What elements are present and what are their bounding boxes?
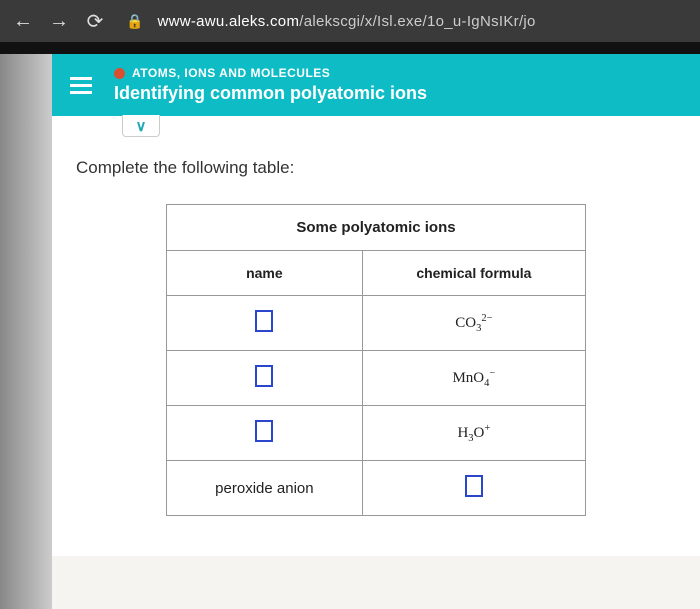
instruction-text: Complete the following table: bbox=[76, 158, 676, 178]
course-header: ATOMS, IONS AND MOLECULES Identifying co… bbox=[52, 54, 700, 116]
url-bar[interactable]: www-awu.aleks.com/alekscgi/x/Isl.exe/1o_… bbox=[157, 13, 535, 30]
name-input[interactable] bbox=[255, 420, 273, 442]
left-gutter bbox=[0, 54, 52, 609]
formula-cell: MnO4− bbox=[362, 351, 585, 406]
polyatomic-ion-table: Some polyatomic ions name chemical formu… bbox=[166, 204, 586, 516]
course-category-label: ATOMS, IONS AND MOLECULES bbox=[132, 66, 330, 80]
browser-toolbar: ← → ⟳ 🔒 www-awu.aleks.com/alekscgi/x/Isl… bbox=[0, 0, 700, 42]
back-button[interactable]: ← bbox=[12, 10, 34, 33]
url-path: /alekscgi/x/Isl.exe/1o_u-IgNsIKr/jo bbox=[299, 13, 535, 30]
course-title: Identifying common polyatomic ions bbox=[114, 83, 427, 104]
table-title: Some polyatomic ions bbox=[167, 205, 586, 251]
hamburger-menu[interactable] bbox=[70, 77, 92, 94]
url-domain: www-awu.aleks.com bbox=[157, 13, 299, 30]
reload-button[interactable]: ⟳ bbox=[84, 9, 106, 34]
course-category: ATOMS, IONS AND MOLECULES bbox=[114, 66, 427, 80]
status-dot-icon bbox=[114, 68, 125, 79]
header-text: ATOMS, IONS AND MOLECULES Identifying co… bbox=[114, 66, 427, 104]
formula-cell: CO32− bbox=[362, 296, 585, 351]
formula-cell: H3O+ bbox=[362, 406, 585, 461]
name-cell: peroxide anion bbox=[167, 461, 363, 516]
table-row: CO32− bbox=[167, 296, 586, 351]
page-main: ATOMS, IONS AND MOLECULES Identifying co… bbox=[52, 54, 700, 609]
formula-input[interactable] bbox=[465, 475, 483, 497]
name-input[interactable] bbox=[255, 310, 273, 332]
lock-icon: 🔒 bbox=[126, 13, 143, 30]
col-header-formula: chemical formula bbox=[362, 251, 585, 296]
chevron-down-icon: ∨ bbox=[136, 117, 147, 135]
col-header-name: name bbox=[167, 251, 363, 296]
name-input[interactable] bbox=[255, 365, 273, 387]
expand-toggle[interactable]: ∨ bbox=[122, 115, 160, 137]
page-background: ATOMS, IONS AND MOLECULES Identifying co… bbox=[0, 54, 700, 609]
table-row: H3O+ bbox=[167, 406, 586, 461]
table-row: MnO4− bbox=[167, 351, 586, 406]
forward-button[interactable]: → bbox=[48, 10, 70, 33]
table-row: peroxide anion bbox=[167, 461, 586, 516]
monitor-bezel bbox=[0, 42, 700, 54]
content-area: ∨ Complete the following table: Some pol… bbox=[52, 116, 700, 556]
